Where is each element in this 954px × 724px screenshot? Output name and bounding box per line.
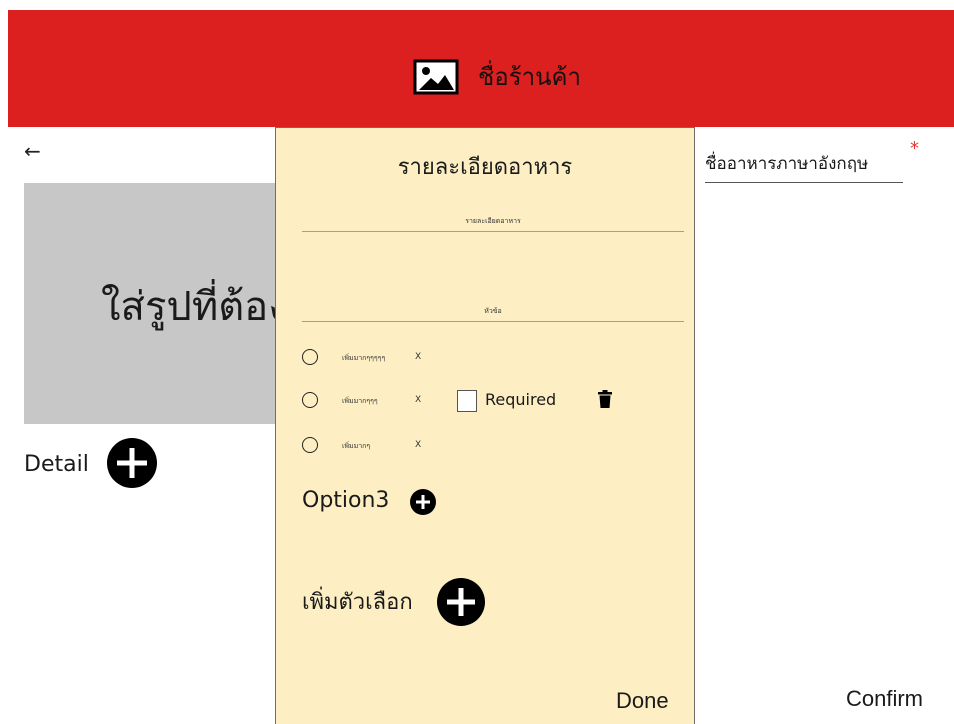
add-choice-label: เพิ่มตัวเลือก <box>302 590 413 615</box>
radio-button[interactable] <box>302 392 318 408</box>
image-icon <box>413 59 459 95</box>
add-option-icon[interactable] <box>410 489 436 515</box>
header-bar: ชื่อร้านค้า <box>8 10 954 127</box>
store-name: ชื่อร้านค้า <box>478 63 582 91</box>
required-label: Required <box>485 390 557 409</box>
confirm-button[interactable]: Confirm <box>846 684 923 714</box>
radio-button[interactable] <box>302 349 318 365</box>
remove-option-icon[interactable]: X <box>415 440 421 450</box>
food-detail-caption: รายละเอียดอาหาร <box>465 217 521 225</box>
option3-label: Option3 <box>302 488 390 513</box>
remove-option-icon[interactable]: X <box>415 352 421 362</box>
trash-icon[interactable] <box>598 390 612 408</box>
radio-button[interactable] <box>302 437 318 453</box>
done-button[interactable]: Done <box>616 686 669 716</box>
option-label: เพิ่มมากๆๆๆๆๆ <box>342 354 386 362</box>
add-detail-icon[interactable] <box>107 438 157 488</box>
arrow-left-icon[interactable]: ← <box>24 139 41 163</box>
required-checkbox[interactable] <box>457 390 477 412</box>
modal-title: รายละเอียดอาหาร <box>397 155 573 180</box>
remove-option-icon[interactable]: X <box>415 395 421 405</box>
required-marker: * <box>910 138 919 159</box>
english-name-label: ชื่ออาหารภาษาอังกฤษ <box>705 154 869 174</box>
option-label: เพิ่มมากๆ <box>342 442 371 450</box>
option-label: เพิ่มมากๆๆๆ <box>342 397 378 405</box>
add-choice-icon[interactable] <box>437 578 485 626</box>
image-upload-area[interactable]: ใส่รูปที่ต้อง <box>24 183 278 424</box>
topic-input[interactable]: หัวข้อ <box>302 307 684 322</box>
food-detail-modal: รายละเอียดอาหาร รายละเอียดอาหาร หัวข้อ เ… <box>275 127 695 724</box>
topic-caption: หัวข้อ <box>484 307 502 315</box>
food-detail-input[interactable]: รายละเอียดอาหาร <box>302 217 684 232</box>
image-placeholder-text: ใส่รูปที่ต้อง <box>101 284 278 330</box>
detail-label: Detail <box>24 452 89 477</box>
